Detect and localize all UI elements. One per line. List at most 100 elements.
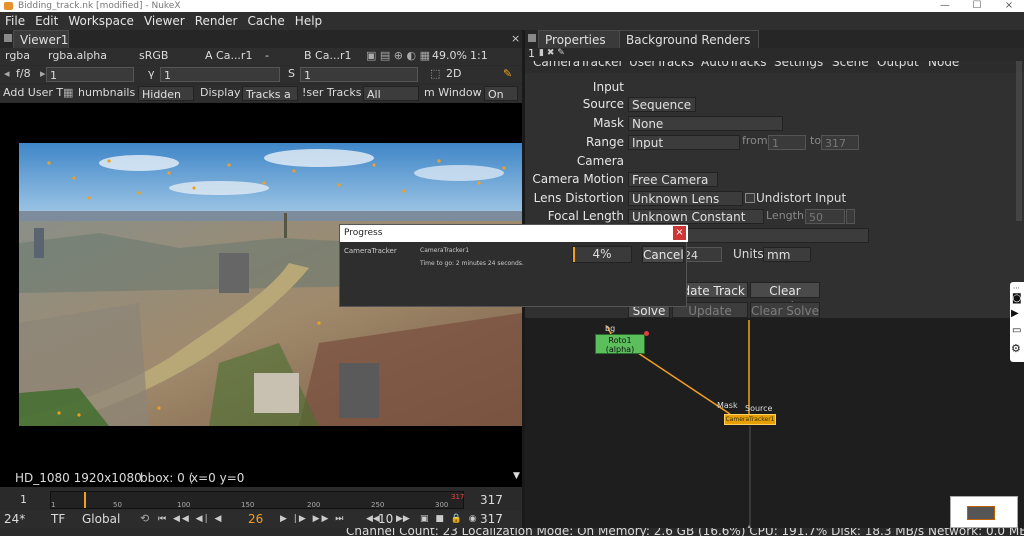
gain-arrow-icon[interactable]: ▸ xyxy=(40,66,46,82)
status-expand-icon[interactable]: ▼ xyxy=(513,468,520,484)
clear-solve-button[interactable]: Clear Solve xyxy=(750,302,820,318)
current-frame-field[interactable]: 26 xyxy=(248,511,263,527)
gamma-slider[interactable]: 1 xyxy=(160,67,280,82)
tab-background-renders[interactable]: Background Renders xyxy=(619,30,759,48)
roto1-node-label: Roto1 xyxy=(608,336,632,345)
menu-workspace[interactable]: Workspace xyxy=(63,14,139,28)
to-label: to xyxy=(810,134,822,147)
menu-help[interactable]: Help xyxy=(290,14,327,28)
progress-close-button[interactable]: × xyxy=(673,226,686,240)
max-panels-field[interactable]: 1 xyxy=(528,46,535,62)
window-titlebar: Bidding_track.nk [modified] - NukeX — ☐ … xyxy=(0,0,1024,12)
scope-dropdown[interactable]: Global xyxy=(82,511,120,527)
maximize-button[interactable]: ☐ xyxy=(962,0,992,12)
cameratracker1-node[interactable]: CameraTracker1 xyxy=(724,414,776,425)
display-dropdown[interactable]: Tracks a xyxy=(242,86,298,101)
settings-gear-icon[interactable]: ⚙ xyxy=(1011,342,1021,355)
viewer-tabstrip: Viewer1 × xyxy=(0,30,522,48)
length-slider-handle[interactable] xyxy=(846,209,855,224)
length-field[interactable]: 50 xyxy=(805,209,845,224)
close-pane-icon[interactable]: × xyxy=(511,32,520,45)
view-mode-dropdown[interactable]: 2D xyxy=(446,66,461,82)
video-icon[interactable]: ▶ xyxy=(1011,308,1019,319)
zoom-dropdown[interactable]: 49.0% xyxy=(432,48,467,64)
close-window-button[interactable]: × xyxy=(994,0,1024,12)
step-forward-icon[interactable]: ▶▶ xyxy=(396,511,410,527)
properties-tool-icons[interactable]: ▮ ✖ ✎ xyxy=(539,45,565,61)
lens-distortion-dropdown[interactable]: Unknown Lens xyxy=(628,191,743,206)
gain-slider[interactable]: 1 xyxy=(46,67,134,82)
focal-length-dropdown[interactable]: Unknown Constant xyxy=(628,209,764,224)
format-readout: HD_1080 1920x1080 xyxy=(15,471,142,485)
mask-dropdown[interactable]: None xyxy=(628,116,783,131)
timeline-end[interactable]: 317 xyxy=(480,492,503,508)
menu-render[interactable]: Render xyxy=(190,14,243,28)
film-back-dropdown[interactable] xyxy=(686,228,869,243)
playback-back-buttons[interactable]: ⏮ ◀◀ ◀| ◀ xyxy=(158,511,223,527)
pane-menu-icon[interactable] xyxy=(528,34,536,42)
menu-viewer[interactable]: Viewer xyxy=(139,14,190,28)
progress-cancel-button[interactable]: Cancel xyxy=(642,246,684,263)
tab-usertracks[interactable]: UserTracks xyxy=(629,61,694,70)
timeline-cursor[interactable] xyxy=(84,492,86,508)
minimize-button[interactable]: — xyxy=(930,0,960,12)
user-tracks-dropdown[interactable]: All xyxy=(363,86,419,101)
user-tracks-label: !ser Tracks xyxy=(302,86,362,99)
b-input-dropdown[interactable]: B Ca...r1 xyxy=(304,48,351,64)
properties-scrollbar[interactable] xyxy=(1016,61,1022,221)
lock-range-icons[interactable]: ▣ ■ 🔒 ◉ xyxy=(420,511,479,527)
timeline-end-2[interactable]: 317 xyxy=(480,511,503,527)
tab-autotracks[interactable]: AutoTracks xyxy=(701,61,767,70)
a-input-dropdown[interactable]: A Ca...r1 xyxy=(205,48,252,64)
tf-dropdown[interactable]: TF xyxy=(51,511,65,527)
frame-step-field[interactable]: 10 xyxy=(378,511,393,527)
fstop-arrow-icon[interactable]: ◂ xyxy=(4,66,10,82)
channel-dropdown[interactable]: rgba.alpha xyxy=(48,48,107,64)
saturation-slider[interactable]: 1 xyxy=(300,67,418,82)
playback-forward-buttons[interactable]: ▶ |▶ ▶▶ ⏭ xyxy=(280,511,345,527)
camera-motion-dropdown[interactable]: Free Camera xyxy=(628,172,718,187)
tab-scene[interactable]: Scene xyxy=(832,61,869,70)
channels-dropdown[interactable]: rgba xyxy=(5,48,30,64)
range-dropdown[interactable]: Input xyxy=(628,135,740,150)
paint-tool-icon[interactable]: ✎ xyxy=(503,66,512,82)
progress-bar: 4% xyxy=(572,246,632,263)
units-label: Units xyxy=(733,247,764,261)
node-graph[interactable]: bg Roto1 (alpha) Mask Source CameraTrack… xyxy=(525,318,1024,536)
tab-cameratracker[interactable]: CameraTracker xyxy=(533,61,623,70)
add-user-track-button[interactable]: Add User T xyxy=(3,85,63,101)
units-dropdown[interactable]: mm xyxy=(763,247,811,262)
tab-node[interactable]: Node xyxy=(928,61,959,70)
to-field[interactable]: 317 xyxy=(821,135,859,150)
pane-menu-icon[interactable] xyxy=(4,34,12,42)
compare-dropdown[interactable]: - xyxy=(265,48,269,64)
tab-viewer1[interactable]: Viewer1 xyxy=(13,30,69,48)
menu-file[interactable]: File xyxy=(0,14,30,28)
timeline-bar[interactable]: 1 1 50 100 150 200 250 300 317 317 xyxy=(0,489,522,511)
thumbnails-dropdown[interactable]: Hidden xyxy=(138,86,194,101)
timeline-ruler[interactable]: 1 50 100 150 200 250 300 317 xyxy=(50,491,464,509)
fps-dropdown[interactable]: 24* xyxy=(4,511,25,527)
clear-tracks-button[interactable]: Clear Tracks xyxy=(750,282,820,314)
tab-output[interactable]: Output xyxy=(877,61,919,70)
undistort-checkbox[interactable] xyxy=(745,193,755,203)
minimap-viewport[interactable] xyxy=(967,506,995,520)
from-field[interactable]: 1 xyxy=(768,135,806,150)
lut-dropdown[interactable]: sRGB xyxy=(139,48,168,64)
menu-edit[interactable]: Edit xyxy=(30,14,63,28)
fstop-label[interactable]: f/8 xyxy=(16,66,31,82)
roto1-node[interactable]: Roto1 (alpha) xyxy=(595,334,645,354)
source-dropdown[interactable]: Sequence xyxy=(628,97,696,112)
loop-icon[interactable]: ⟲ xyxy=(140,511,149,527)
proxy-dropdown[interactable]: 1:1 xyxy=(470,48,488,64)
tab-settings[interactable]: Settings xyxy=(774,61,823,70)
timeline-start[interactable]: 1 xyxy=(20,492,27,508)
viewer-options-icons[interactable]: ▣ ▤ ⊕ ◐ ▦ xyxy=(366,48,430,64)
toolbar-handle-icon[interactable]: ⋯ xyxy=(1013,284,1020,292)
screen-icon[interactable]: ▭ xyxy=(1012,325,1021,336)
view-mode-icon[interactable]: ⬚ xyxy=(430,66,440,82)
node-graph-minimap[interactable] xyxy=(950,496,1018,528)
window-dropdown[interactable]: On xyxy=(484,86,518,101)
camera-icon[interactable]: ◙ xyxy=(1012,293,1022,304)
menu-cache[interactable]: Cache xyxy=(242,14,289,28)
